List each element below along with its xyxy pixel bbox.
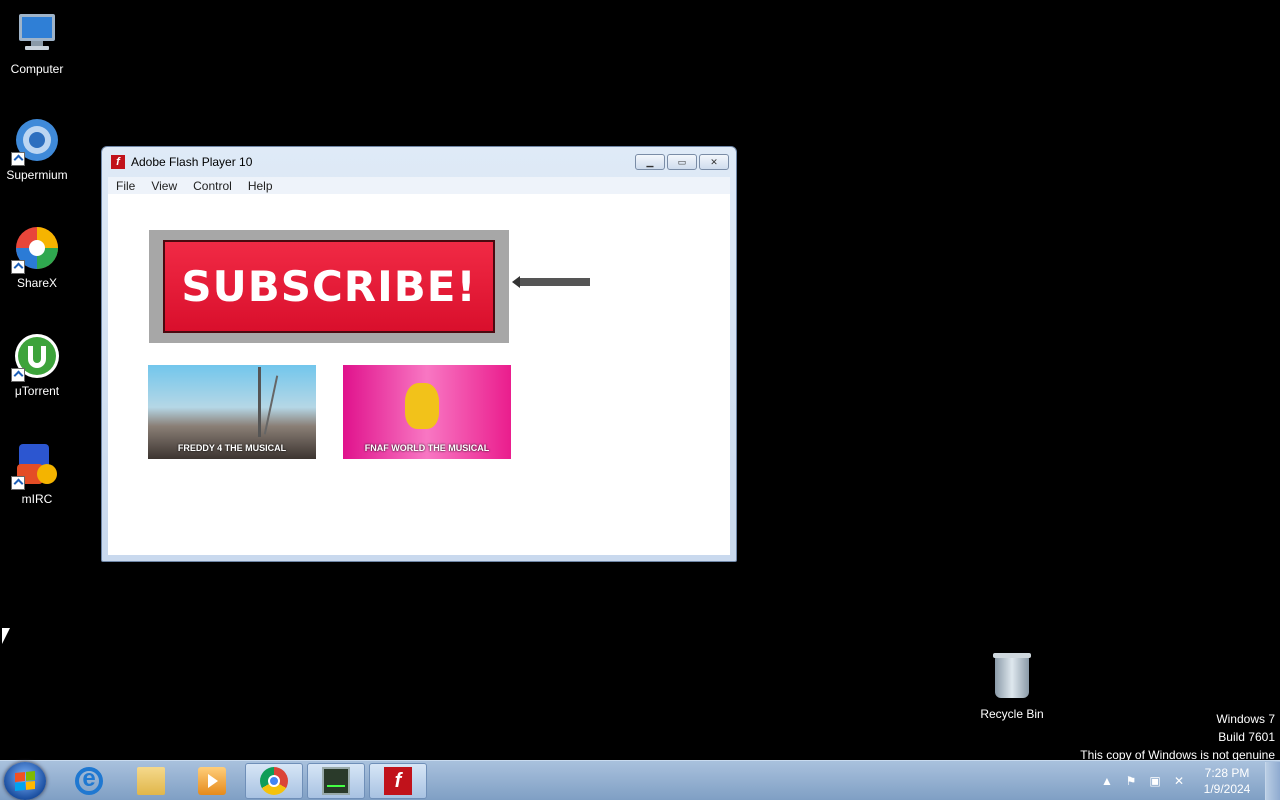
subscribe-frame: SUBSCRIBE! — [149, 230, 509, 343]
flash-player-icon: f — [111, 155, 125, 169]
chrome-icon — [260, 767, 288, 795]
menu-file[interactable]: File — [116, 179, 135, 193]
taskbar-task-manager[interactable] — [307, 763, 365, 799]
show-desktop-button[interactable] — [1265, 761, 1280, 800]
desktop-icon-label: mIRC — [21, 492, 53, 506]
menu-view[interactable]: View — [151, 179, 177, 193]
minimize-button[interactable]: ▁ — [635, 154, 665, 170]
shortcut-arrow-icon — [11, 260, 25, 274]
media-player-icon — [198, 767, 226, 795]
flash-content-area[interactable]: SUBSCRIBE! FREDDY 4 THE MUSICAL FNAF WOR… — [108, 194, 730, 555]
windows-logo-icon — [15, 770, 35, 792]
close-button[interactable]: ✕ — [699, 154, 729, 170]
watermark-line-2: Build 7601 — [1218, 730, 1275, 744]
supermium-icon — [11, 116, 61, 166]
desktop-icon-mirc[interactable]: mIRC — [0, 440, 74, 506]
taskbar-media-player[interactable] — [183, 763, 241, 799]
thumbnail-pole — [258, 367, 261, 437]
desktop-icon-computer[interactable]: Computer — [0, 10, 74, 76]
shortcut-arrow-icon — [11, 368, 25, 382]
clock-time: 7:28 PM — [1204, 765, 1250, 780]
desktop-icon-sharex[interactable]: ShareX — [0, 224, 74, 290]
desktop-icon-label: μTorrent — [14, 384, 60, 398]
shortcut-arrow-icon — [11, 476, 25, 490]
folder-icon — [137, 767, 165, 795]
volume-muted-icon[interactable]: ✕ — [1171, 773, 1187, 789]
sharex-icon — [11, 224, 61, 274]
thumbnail-caption: FREDDY 4 THE MUSICAL — [177, 443, 287, 453]
flash-player-icon: f — [384, 767, 412, 795]
desktop-icon-supermium[interactable]: Supermium — [0, 116, 74, 182]
window-controls: ▁ ▭ ✕ — [635, 154, 729, 170]
watermark-line-1: Windows 7 — [1216, 712, 1275, 726]
internet-explorer-icon — [75, 765, 103, 795]
start-button[interactable] — [4, 762, 46, 800]
thumbnail-caption: FNAF WORLD THE MUSICAL — [364, 443, 490, 453]
mirc-icon — [11, 440, 61, 490]
shortcut-arrow-icon — [11, 152, 25, 166]
taskbar-file-explorer[interactable] — [122, 763, 180, 799]
desktop-icon-utorrent[interactable]: μTorrent — [0, 332, 74, 398]
utorrent-icon — [11, 332, 61, 382]
maximize-button[interactable]: ▭ — [667, 154, 697, 170]
clock-date: 1/9/2024 — [1203, 781, 1251, 796]
desktop-icon-label: ShareX — [16, 276, 58, 290]
taskbar: f ▲ ⚑ ▣ ✕ 7:28 PM 1/9/2024 — [0, 760, 1280, 800]
thumbnail-character — [405, 383, 439, 429]
computer-icon — [13, 10, 61, 58]
taskbar-internet-explorer[interactable] — [60, 763, 118, 799]
desktop-icon-label: Computer — [10, 62, 64, 76]
windows-watermark: Windows 7 Build 7601 This copy of Window… — [1080, 710, 1275, 764]
video-thumbnail-2[interactable]: FNAF WORLD THE MUSICAL — [343, 365, 511, 459]
show-hidden-icons-icon[interactable]: ▲ — [1099, 773, 1115, 789]
window-title: Adobe Flash Player 10 — [131, 155, 253, 169]
menu-bar: File View Control Help — [108, 177, 730, 194]
clock[interactable]: 7:28 PM 1/9/2024 — [1197, 765, 1257, 797]
system-tray: ▲ ⚑ ▣ ✕ 7:28 PM 1/9/2024 — [1095, 761, 1280, 800]
video-thumbnail-1[interactable]: FREDDY 4 THE MUSICAL — [148, 365, 316, 459]
recycle-bin-icon — [993, 653, 1031, 698]
desktop-icon-label: Supermium — [6, 168, 68, 182]
pointer-arrow-icon — [512, 276, 590, 288]
desktop-icon-recycle-bin[interactable]: Recycle Bin — [976, 653, 1048, 721]
network-icon[interactable]: ▣ — [1147, 773, 1163, 789]
taskbar-flash-player[interactable]: f — [369, 763, 427, 799]
menu-help[interactable]: Help — [248, 179, 273, 193]
desktop-icon-label: Recycle Bin — [980, 707, 1044, 721]
thumbnail-pole — [263, 375, 279, 435]
task-manager-icon — [322, 767, 350, 795]
taskbar-chrome[interactable] — [245, 763, 303, 799]
menu-control[interactable]: Control — [193, 179, 232, 193]
action-center-flag-icon[interactable]: ⚑ — [1123, 773, 1139, 789]
subscribe-button[interactable]: SUBSCRIBE! — [163, 240, 495, 333]
flash-player-window[interactable]: f Adobe Flash Player 10 ▁ ▭ ✕ File View … — [101, 146, 737, 562]
mouse-cursor-icon — [2, 628, 10, 644]
